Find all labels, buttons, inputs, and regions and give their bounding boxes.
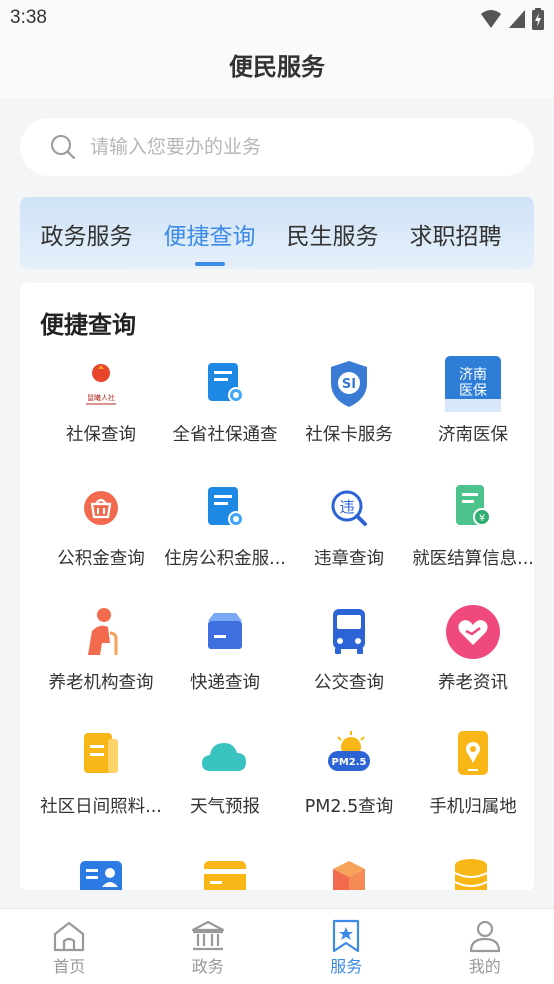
grid-item-label: 违章查询	[314, 549, 384, 569]
nav-profile[interactable]: 我的	[416, 909, 554, 984]
grid-item-housing-fund-query[interactable]: 公积金查询	[37, 479, 165, 589]
grid-item-label: PM2.5查询	[304, 797, 394, 817]
bottom-nav: 首页 政务 服务 我的	[0, 908, 554, 984]
nav-label: 服务	[330, 957, 363, 976]
grid-item-label: 济南医保	[438, 425, 508, 445]
grid-item-label: 快递查询	[190, 673, 260, 693]
svg-text:违: 违	[339, 498, 354, 516]
search-input[interactable]	[90, 130, 510, 164]
housing-fund-basket-icon	[84, 491, 118, 525]
nav-services[interactable]: 服务	[277, 909, 416, 984]
tab-job-recruitment[interactable]: 求职招聘	[394, 217, 517, 251]
grid-item-id-card[interactable]	[37, 851, 165, 890]
grid-item-label: 社区日间照料...	[40, 797, 162, 817]
tab-livelihood-services[interactable]: 民生服务	[271, 217, 394, 251]
grid-item-label: 养老资讯	[438, 673, 508, 693]
page-title: 便民服务	[229, 53, 325, 81]
grid-item-pm25-query[interactable]: PM2.5 PM2.5查询	[285, 727, 413, 837]
elderly-person-icon	[88, 608, 118, 655]
grid-item-label: 手机归属地	[429, 797, 517, 817]
pm25-sun-cloud-icon: PM2.5	[328, 731, 370, 771]
nav-home[interactable]: 首页	[0, 909, 139, 984]
grid-item-label: 公积金查询	[57, 549, 145, 569]
category-tabs: 政务服务 便捷查询 民生服务 求职招聘	[20, 197, 534, 269]
certificate-document-icon	[208, 487, 244, 527]
cellular-signal-icon	[509, 10, 525, 28]
government-building-icon	[191, 920, 224, 951]
home-icon	[54, 921, 85, 952]
grid-item-label: 社保查询	[66, 425, 136, 445]
user-profile-icon	[469, 920, 500, 953]
service-bookmark-star-icon	[333, 919, 360, 953]
grid-item-elderly-news[interactable]: 养老资讯	[409, 603, 534, 713]
svg-text:医保: 医保	[459, 383, 487, 399]
grid-item-mobile-location[interactable]: 手机归属地	[409, 727, 534, 837]
grid-item-traffic-violation-query[interactable]: 违 违章查询	[285, 479, 413, 589]
nav-label: 政务	[191, 957, 224, 976]
status-bar: 3:38	[0, 0, 554, 38]
grid-item-label: 天气预报	[190, 797, 260, 817]
coin-stack-icon	[454, 859, 488, 890]
panel-title: 便捷查询	[40, 311, 136, 339]
grid-item-label: 社保卡服务	[305, 425, 393, 445]
grid-item-label: 就医结算信息...	[412, 549, 534, 569]
search-icon	[51, 135, 76, 160]
grid-item-social-security-card[interactable]: SI 社保卡服务	[285, 355, 413, 465]
grid-item-label: 公交查询	[314, 673, 384, 693]
grid-item-province-social-security[interactable]: 全省社保通查	[161, 355, 289, 465]
status-icons	[480, 8, 544, 30]
heart-care-icon	[446, 605, 500, 659]
traffic-violation-search-icon: 违	[331, 490, 367, 526]
grid-item-label: 全省社保通查	[172, 425, 278, 445]
grid-item-jinan-medical-insurance[interactable]: 济南 医保 济南医保	[409, 355, 534, 465]
svg-text:¥: ¥	[479, 513, 485, 524]
bus-icon	[333, 609, 365, 654]
grid-item-label: 养老机构查询	[48, 673, 154, 693]
grid-item-medical-settlement-info[interactable]: ¥ 就医结算信息...	[409, 479, 534, 589]
grid-item-box[interactable]	[285, 851, 413, 890]
quick-query-panel: 便捷查询 鼠曦人社 社保查询 全省社保通查 SI 社保卡服务 济南 医保 济南医…	[20, 283, 534, 890]
title-bar: 便民服务	[0, 38, 554, 98]
community-care-document-icon	[84, 733, 118, 773]
svg-text:济南: 济南	[459, 367, 487, 383]
social-security-card-shield-icon: SI	[331, 361, 367, 407]
express-package-icon	[208, 613, 242, 649]
grid-item-weather-forecast[interactable]: 天气预报	[161, 727, 289, 837]
grid-item-bus-query[interactable]: 公交查询	[285, 603, 413, 713]
id-card-icon	[80, 861, 122, 890]
svg-text:鼠曦人社: 鼠曦人社	[87, 393, 115, 402]
battery-charging-icon	[532, 8, 544, 30]
grid-item-bank-card[interactable]	[161, 851, 289, 890]
social-security-logo-icon: 鼠曦人社	[86, 364, 116, 405]
grid-item-social-security-query[interactable]: 鼠曦人社 社保查询	[37, 355, 165, 465]
wifi-icon	[481, 10, 501, 28]
svg-text:SI: SI	[342, 377, 356, 392]
certificate-document-icon	[208, 363, 244, 403]
search-area	[0, 98, 554, 180]
grid-item-elderly-institution-query[interactable]: 养老机构查询	[37, 603, 165, 713]
grid-item-community-day-care[interactable]: 社区日间照料...	[37, 727, 165, 837]
nav-label: 我的	[468, 957, 501, 976]
jinan-medical-insurance-icon: 济南 医保	[445, 356, 501, 412]
svg-text:PM2.5: PM2.5	[332, 757, 367, 768]
cloud-weather-icon	[202, 743, 246, 771]
search-box[interactable]	[20, 118, 534, 176]
mobile-location-icon	[458, 731, 488, 775]
grid-item-express-query[interactable]: 快递查询	[161, 603, 289, 713]
tab-government-services[interactable]: 政务服务	[25, 217, 148, 251]
bank-card-icon	[204, 861, 246, 890]
nav-government[interactable]: 政务	[139, 909, 278, 984]
grid-item-label: 住房公积金服...	[164, 549, 286, 569]
status-time: 3:38	[10, 7, 47, 28]
tab-quick-query[interactable]: 便捷查询	[148, 217, 271, 266]
grid-item-coin-stack[interactable]	[409, 851, 534, 890]
grid-item-housing-provident-fund[interactable]: 住房公积金服...	[161, 479, 289, 589]
medical-bill-yuan-icon: ¥	[456, 485, 491, 526]
box-icon	[333, 861, 365, 890]
nav-label: 首页	[53, 957, 86, 976]
